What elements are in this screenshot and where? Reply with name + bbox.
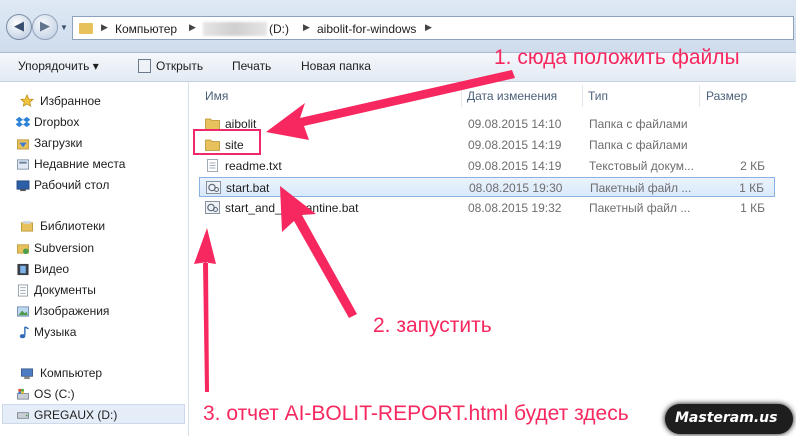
arrow-3: [194, 228, 216, 392]
annotation-step-2: 2. запустить: [373, 314, 492, 337]
watermark-badge: Masteram.us: [665, 404, 793, 434]
arrow-2: [280, 186, 357, 318]
annotation-step-1: 1. сюда положить файлы: [494, 46, 740, 69]
watermark-text: Masteram.us: [675, 410, 778, 426]
annotation-step-3: 3. отчет AI-BOLIT-REPORT.html будет здес…: [203, 402, 629, 425]
arrow-1: [266, 70, 515, 140]
